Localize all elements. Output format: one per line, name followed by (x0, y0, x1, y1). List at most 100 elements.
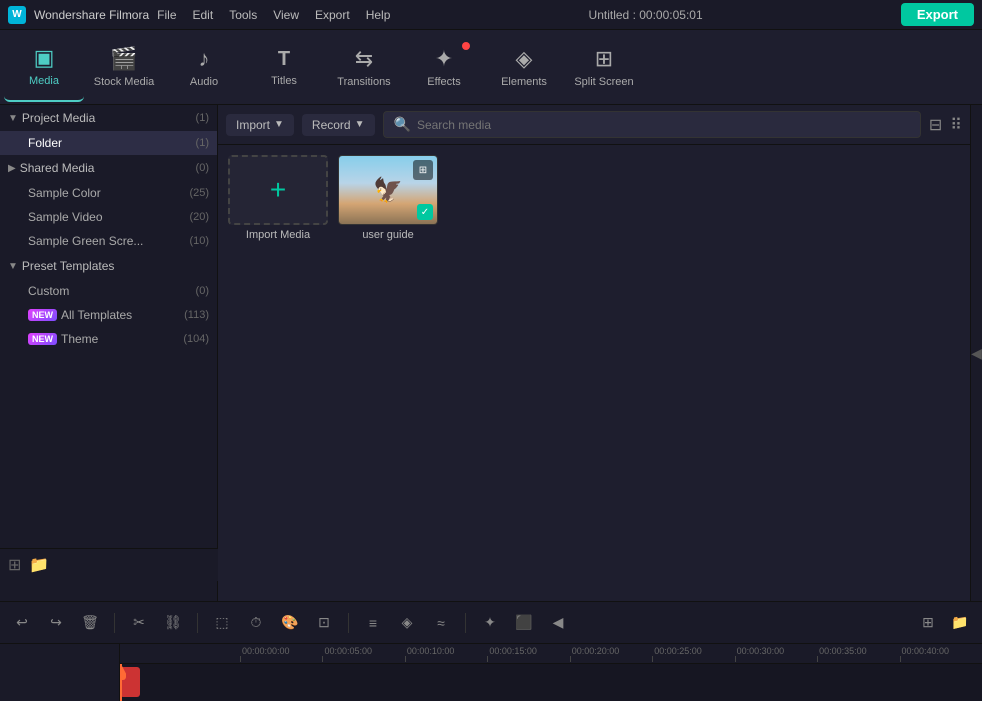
sidebar-item-theme[interactable]: NEW Theme (104) (0, 327, 217, 351)
cut-button[interactable]: ✂ (125, 609, 153, 637)
split-screen-icon: ⊞ (595, 46, 613, 72)
sidebar-item-folder[interactable]: Folder (1) (0, 131, 217, 155)
sidebar-section-preset-templates[interactable]: ▼ Preset Templates (0, 253, 217, 279)
folder-label: Folder (28, 136, 62, 150)
grid-view-icon[interactable]: ⠿ (950, 115, 962, 135)
toolbar-split-screen[interactable]: ⊞ Split Screen (564, 32, 644, 102)
media-item-import[interactable]: + Import Media (228, 155, 328, 241)
ruler-mark: 00:00:35:00 (817, 646, 899, 662)
title-bar-left: W Wondershare Filmora File Edit Tools Vi… (8, 6, 390, 24)
media-label: Media (29, 75, 59, 87)
ruler-label: 00:00:15:00 (487, 646, 537, 656)
media-item-user-guide[interactable]: 🦅 ⊞ ✓ user guide (338, 155, 438, 241)
camera-button[interactable]: ⬛ (510, 609, 538, 637)
audio-mixer-button[interactable]: ≡ (359, 609, 387, 637)
timeline-track-content[interactable] (120, 664, 982, 701)
menu-tools[interactable]: Tools (229, 8, 257, 22)
ruler-label: 00:00:20:00 (570, 646, 620, 656)
ruler-mark: 00:00:20:00 (570, 646, 652, 662)
toolbar-effects[interactable]: ✦ Effects (404, 32, 484, 102)
sidebar-section-project-media[interactable]: ▼ Project Media (1) (0, 105, 217, 131)
sample-green-screen-count: (10) (189, 235, 209, 247)
all-templates-count: (113) (184, 309, 209, 321)
motion-blur-button[interactable]: ≈ (427, 609, 455, 637)
menu-edit[interactable]: Edit (193, 8, 214, 22)
elements-label: Elements (501, 76, 547, 88)
all-templates-label: All Templates (61, 308, 132, 322)
export-button[interactable]: Export (901, 3, 974, 26)
folder-icon[interactable]: 📁 (29, 555, 49, 575)
content-toolbar: Import ▼ Record ▼ 🔍 ⊟ ⠿ (218, 105, 970, 145)
keyframe-button[interactable]: ◀ (544, 609, 572, 637)
record-label: Record (312, 118, 351, 132)
toolbar-titles[interactable]: T Titles (244, 32, 324, 102)
unlink-button[interactable]: ⛓ (159, 609, 187, 637)
folder-count: (1) (196, 137, 209, 149)
sidebar-item-custom[interactable]: Custom (0) (0, 279, 217, 303)
import-button[interactable]: Import ▼ (226, 114, 294, 136)
undo-button[interactable]: ↩ (8, 609, 36, 637)
toolbar-audio[interactable]: ♪ Audio (164, 32, 244, 102)
effects-label: Effects (427, 76, 460, 88)
toolbar-sep-1 (114, 613, 115, 633)
theme-label: Theme (61, 332, 98, 346)
app-logo: W (8, 6, 26, 24)
menu-file[interactable]: File (157, 8, 176, 22)
sidebar-item-all-templates[interactable]: NEW All Templates (113) (0, 303, 217, 327)
transitions-label: Transitions (337, 76, 390, 88)
search-input[interactable] (417, 118, 910, 132)
sample-green-screen-label: Sample Green Scre... (28, 234, 143, 248)
ai-tools-button[interactable]: ✦ (476, 609, 504, 637)
stock-media-label: Stock Media (94, 76, 155, 88)
menu-help[interactable]: Help (366, 8, 391, 22)
import-label: Import (236, 118, 270, 132)
sidebar-section-shared-media[interactable]: ▶ Shared Media (0) (0, 155, 217, 181)
project-info: Untitled : 00:00:05:01 (589, 8, 703, 22)
menu-bar: File Edit Tools View Export Help (157, 8, 390, 22)
stabilize-button[interactable]: ⊡ (310, 609, 338, 637)
collapse-icon: ◀ (971, 345, 982, 362)
toolbar-stock-media[interactable]: 🎬 Stock Media (84, 32, 164, 102)
media-grid: + Import Media 🦅 ⊞ ✓ user guide (218, 145, 970, 601)
sample-video-label: Sample Video (28, 210, 103, 224)
transform-button[interactable]: ◈ (393, 609, 421, 637)
color-button[interactable]: 🎨 (276, 609, 304, 637)
toolbar-transitions[interactable]: ⇆ Transitions (324, 32, 404, 102)
ruler-mark: 00:00:25:00 (652, 646, 734, 662)
split-screen-label: Split Screen (574, 76, 633, 88)
import-dropdown-icon: ▼ (274, 119, 284, 130)
menu-view[interactable]: View (273, 8, 299, 22)
track-folder-button[interactable]: 📁 (946, 609, 974, 637)
add-track-button[interactable]: ⊞ (914, 609, 942, 637)
toolbar-sep-4 (465, 613, 466, 633)
sidebar-item-sample-green-screen[interactable]: Sample Green Scre... (10) (0, 229, 217, 253)
add-folder-icon[interactable]: ⊞ (8, 555, 21, 575)
record-dropdown-icon: ▼ (355, 119, 365, 130)
collapse-handle[interactable]: ◀ (970, 105, 982, 601)
search-box: 🔍 (383, 111, 921, 138)
user-guide-label: user guide (362, 229, 413, 241)
ruler-line (735, 656, 736, 662)
timeline-snap-area: ⊞ 📁 (914, 609, 974, 637)
sidebar-item-sample-video[interactable]: Sample Video (20) (0, 205, 217, 229)
toolbar-elements[interactable]: ◈ Elements (484, 32, 564, 102)
ruler-mark: 00:00:05:00 (322, 646, 404, 662)
titles-label: Titles (271, 75, 297, 87)
audio-icon: ♪ (199, 46, 210, 72)
sidebar-item-sample-color[interactable]: Sample Color (25) (0, 181, 217, 205)
menu-export[interactable]: Export (315, 8, 350, 22)
delete-button[interactable]: 🗑 (76, 609, 104, 637)
toolbar-media[interactable]: ▣ Media (4, 32, 84, 102)
record-button[interactable]: Record ▼ (302, 114, 375, 136)
shared-media-label: Shared Media (20, 161, 95, 175)
speed-button[interactable]: ⏱ (242, 609, 270, 637)
project-media-label: Project Media (22, 111, 95, 125)
filter-icon[interactable]: ⊟ (929, 115, 942, 135)
redo-button[interactable]: ↪ (42, 609, 70, 637)
transitions-icon: ⇆ (355, 46, 373, 72)
preset-templates-label: Preset Templates (22, 259, 115, 273)
sample-color-count: (25) (189, 187, 209, 199)
ruler-label: 00:00:35:00 (817, 646, 867, 656)
crop-button[interactable]: ⬚ (208, 609, 236, 637)
import-media-label: Import Media (246, 229, 310, 241)
